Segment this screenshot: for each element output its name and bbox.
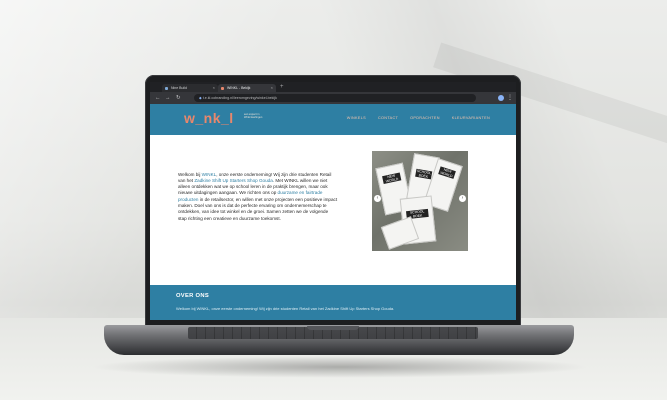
intro-span: Welkom bij: [178, 171, 202, 177]
intro-span: in de retailsector, en willen met onze p…: [178, 196, 338, 221]
intro-section: Welkom bij WINKL, onze eerste ondernemin…: [150, 135, 516, 285]
site-logo[interactable]: w_nk_l: [184, 110, 234, 126]
browser-toolbar: ← → ↻ ◆ t.e.kl.cobranding.nl/leeromgevin…: [150, 92, 516, 104]
menu-icon[interactable]: ⋮: [507, 93, 513, 103]
main-nav: WINKELS CONTACT OPDRACHTEN KLEURVARIANTE…: [347, 116, 490, 120]
tab-label: Nine Build: [171, 86, 187, 90]
laptop-screen: Nine Build × WINKL - Bekijk × + ← → ↻ ◆ …: [150, 82, 516, 320]
laptop-hinge-notch: [307, 326, 359, 330]
close-icon[interactable]: ×: [213, 84, 215, 92]
browser-tab[interactable]: Nine Build ×: [162, 84, 218, 92]
new-tab-icon[interactable]: +: [280, 83, 284, 91]
site-header: w_nk_l een expect in Winkl leerlingen WI…: [150, 104, 516, 135]
reload-icon[interactable]: ↻: [176, 94, 181, 102]
slider-next-icon[interactable]: ›: [459, 195, 466, 202]
favicon-icon: [221, 86, 224, 90]
browser-tab-active[interactable]: WINKL - Bekijk ×: [218, 84, 276, 92]
intro-link[interactable]: Zadkine Shift Up Starters Shop Gouda: [194, 178, 272, 183]
favicon-icon: [165, 86, 168, 90]
product-label: NEW WORLD: [438, 166, 456, 179]
forward-icon[interactable]: →: [165, 94, 171, 102]
about-text: Welkom bij WINKL, onze eerste ondernemin…: [176, 306, 395, 311]
intro-link[interactable]: WINKL: [202, 172, 217, 177]
profile-icon[interactable]: [498, 95, 504, 101]
slider-prev-icon[interactable]: ‹: [374, 195, 381, 202]
about-title: OVER ONS: [176, 293, 210, 299]
tab-label: WINKL - Bekijk: [227, 86, 251, 90]
product-label: NEW WORLD: [382, 172, 402, 185]
product-label: SCHOOL BOEK: [415, 168, 433, 180]
product-photo-slider[interactable]: NEW WORLD SCHOOL BOEK NEW WORLD SCHOOL B…: [372, 151, 468, 251]
address-text: t.e.kl.cobranding.nl/leeromgeving/winkel…: [202, 96, 277, 100]
logo-tagline: een expect in Winkl leerlingen: [244, 113, 263, 120]
nav-item-contact[interactable]: CONTACT: [378, 116, 398, 120]
nav-item-winkels[interactable]: WINKELS: [347, 116, 366, 120]
nav-item-opdrachten[interactable]: OPDRACHTEN: [410, 116, 440, 120]
address-bar[interactable]: ◆ t.e.kl.cobranding.nl/leeromgeving/wink…: [194, 94, 476, 102]
browser-tab-bar: Nine Build × WINKL - Bekijk × +: [150, 82, 516, 92]
close-icon[interactable]: ×: [271, 84, 273, 92]
about-section: OVER ONS Welkom bij WINKL, onze eerste o…: [150, 285, 516, 320]
laptop-shadow: [90, 356, 590, 378]
intro-text: Welkom bij WINKL, onze eerste ondernemin…: [178, 172, 338, 222]
back-icon[interactable]: ←: [155, 94, 161, 102]
nav-item-kleurvarianten[interactable]: KLEURVARIANTEN: [452, 116, 490, 120]
